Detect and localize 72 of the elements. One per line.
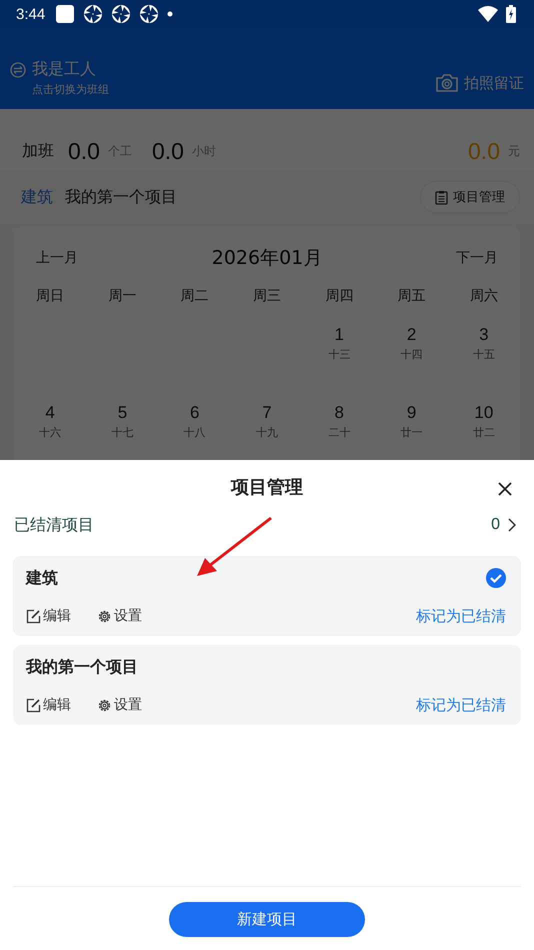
pinwheel-icon (139, 4, 160, 24)
hours-value: 0.0 (152, 138, 184, 164)
project-category[interactable]: 建筑 (21, 186, 53, 208)
edit-button[interactable]: 编辑 (26, 696, 71, 714)
chevron-right-icon[interactable] (508, 518, 516, 532)
previous-month-button[interactable]: 上一月 (36, 249, 78, 267)
mark-settled-link[interactable]: 标记为已结清 (416, 606, 506, 626)
project-card[interactable]: 建筑 编辑 设置 标记为已结清 (13, 556, 521, 636)
settled-projects-label[interactable]: 已结清项目 (14, 514, 94, 536)
weekday-label: 周六 (468, 287, 499, 305)
weekday-label: 周四 (324, 287, 354, 305)
role-title[interactable]: 我是工人 (32, 59, 96, 80)
project-title: 建筑 (26, 568, 58, 588)
lunar-date: 十七 (111, 425, 134, 440)
clipboard-icon (435, 190, 448, 204)
next-month-button[interactable]: 下一月 (456, 249, 498, 267)
row-label: 加班 (22, 140, 55, 162)
weekday-label: 周三 (252, 287, 282, 305)
weekday-label: 周日 (35, 287, 66, 305)
day-number[interactable]: 4 (45, 403, 55, 423)
settled-count: 0 (491, 516, 500, 534)
pinwheel-icon (83, 4, 104, 24)
project-name: 我的第一个项目 (65, 186, 177, 208)
switch-icon[interactable] (10, 62, 26, 78)
dot-icon (167, 11, 174, 17)
project-manage-button[interactable]: 项目管理 (420, 181, 520, 213)
weekday-label: 周一 (107, 287, 138, 305)
edit-icon (26, 698, 41, 712)
lunar-date: 十六 (39, 425, 62, 440)
lunar-date: 十九 (256, 425, 278, 440)
project-title: 我的第一个项目 (26, 656, 138, 678)
edit-icon (26, 608, 41, 624)
day-number[interactable]: 5 (118, 403, 128, 423)
lunar-date: 十五 (472, 347, 495, 362)
weekday-label: 周二 (180, 287, 210, 305)
pinwheel-icon (111, 4, 132, 24)
wage-amount: 0.0 (468, 138, 500, 164)
day-number[interactable]: 7 (262, 403, 272, 423)
mark-settled-link[interactable]: 标记为已结清 (416, 696, 506, 714)
notification-icon (55, 4, 76, 24)
lunar-date: 十三 (328, 347, 350, 362)
weekday-label: 周五 (396, 287, 427, 305)
days-value: 0.0 (68, 138, 100, 164)
lunar-date: 十八 (184, 425, 206, 440)
day-number[interactable]: 8 (334, 403, 344, 423)
lunar-date: 廿一 (400, 425, 423, 440)
lunar-date: 二十 (328, 425, 350, 440)
new-project-button[interactable]: 新建项目 (169, 902, 365, 937)
day-number[interactable]: 2 (406, 325, 416, 345)
check-circle-icon (486, 568, 506, 588)
sheet-title: 项目管理 (231, 476, 303, 499)
photo-button[interactable]: 拍照留证 (435, 73, 524, 93)
month-title: 2026年01月 (212, 246, 322, 271)
lunar-date: 廿二 (472, 425, 495, 440)
day-number[interactable]: 6 (190, 403, 200, 423)
role-subtitle: 点击切换为班组 (32, 82, 109, 97)
day-number[interactable]: 10 (474, 403, 494, 423)
day-number[interactable]: 3 (479, 325, 489, 345)
project-card[interactable]: 我的第一个项目 编辑 设置 标记为已结清 (13, 645, 521, 725)
wifi-icon (478, 6, 498, 22)
day-number[interactable]: 1 (334, 325, 344, 345)
settings-icon (97, 608, 112, 624)
lunar-date: 十四 (400, 347, 423, 362)
day-number[interactable]: 9 (406, 403, 416, 423)
settings-button[interactable]: 设置 (97, 696, 142, 714)
battery-icon (506, 5, 516, 23)
close-icon[interactable] (498, 482, 512, 496)
settings-button[interactable]: 设置 (97, 607, 142, 625)
edit-button[interactable]: 编辑 (26, 607, 71, 625)
camera-icon (435, 73, 459, 93)
status-time: 3:44 (16, 6, 46, 22)
settings-icon (97, 698, 112, 712)
